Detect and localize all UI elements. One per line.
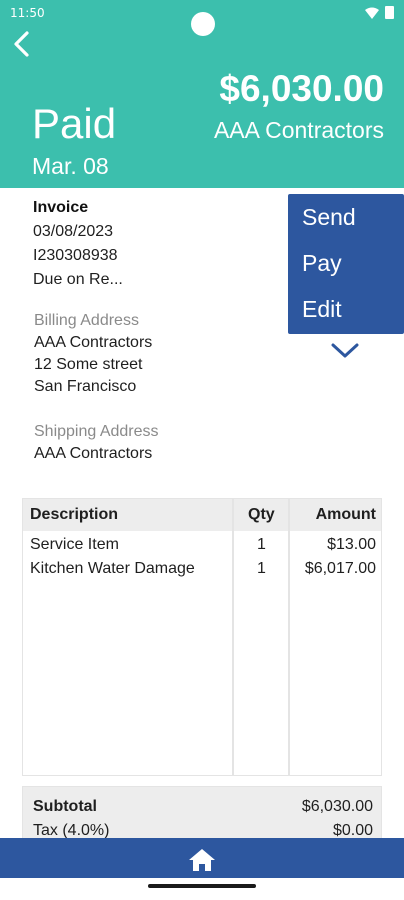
subtotal-row: Subtotal $6,030.00 <box>33 798 373 822</box>
invoice-header: 11:50 $6,030.00 AAA Contractors Paid Mar… <box>0 0 404 188</box>
subtotal-label: Subtotal <box>33 798 97 815</box>
status-bar: 11:50 <box>0 0 404 36</box>
row-amount: $13.00 <box>327 536 376 553</box>
status-icons <box>365 6 394 19</box>
column-amount: Amount <box>315 506 376 523</box>
column-qty: Qty <box>248 506 275 523</box>
gesture-handle[interactable] <box>148 884 256 888</box>
table-header: Description Qty Amount <box>23 499 381 531</box>
billing-line: AAA Contractors <box>34 334 153 351</box>
row-qty: 1 <box>257 560 266 577</box>
table-row: Kitchen Water Damage 1 $6,017.00 <box>23 560 381 584</box>
action-menu: Send Pay Edit <box>288 194 404 334</box>
bottom-nav-bar <box>0 838 404 878</box>
billing-line: 12 Some street <box>34 356 143 373</box>
shipping-address: Shipping Address AAA Contractors <box>34 421 159 465</box>
invoice-amount: $6,030.00 <box>219 68 384 109</box>
invoice-date: 03/08/2023 <box>33 223 114 240</box>
vendor-name: AAA Contractors <box>213 117 384 143</box>
subtotal-value: $6,030.00 <box>301 798 373 815</box>
row-description: Service Item <box>30 536 119 553</box>
wifi-icon <box>365 7 379 19</box>
billing-address: Billing Address AAA Contractors 12 Some … <box>34 310 152 398</box>
invoice-title: Invoice <box>33 199 89 216</box>
edit-button[interactable]: Edit <box>288 286 404 332</box>
home-icon[interactable] <box>188 848 216 872</box>
battery-icon <box>385 6 394 19</box>
camera-cutout <box>191 12 215 36</box>
invoice-number: I230308938 <box>33 247 118 264</box>
row-description: Kitchen Water Damage <box>30 560 195 577</box>
pay-button[interactable]: Pay <box>288 240 404 286</box>
invoice-details: Invoice 03/08/2023 I230308938 Due on Re.… <box>33 196 123 292</box>
shipping-address-label: Shipping Address <box>34 423 159 440</box>
billing-line: San Francisco <box>34 378 137 395</box>
back-chevron-icon[interactable] <box>10 30 32 58</box>
payment-status: Paid <box>32 100 117 147</box>
table-row: Service Item 1 $13.00 <box>23 536 381 560</box>
row-qty: 1 <box>257 536 266 553</box>
shipping-line: AAA Contractors <box>34 445 153 462</box>
status-time: 11:50 <box>10 6 45 20</box>
totals-panel: Subtotal $6,030.00 Tax (4.0%) $0.00 <box>22 786 382 846</box>
billing-address-label: Billing Address <box>34 312 139 329</box>
gesture-area <box>0 878 404 900</box>
line-items-table: Description Qty Amount Service Item 1 $1… <box>22 498 382 776</box>
send-button[interactable]: Send <box>288 194 404 240</box>
payment-date: Mar. 08 <box>32 153 109 179</box>
column-description: Description <box>30 506 119 523</box>
chevron-down-icon[interactable] <box>330 342 360 360</box>
row-amount: $6,017.00 <box>304 560 376 577</box>
invoice-terms: Due on Re... <box>33 271 123 288</box>
